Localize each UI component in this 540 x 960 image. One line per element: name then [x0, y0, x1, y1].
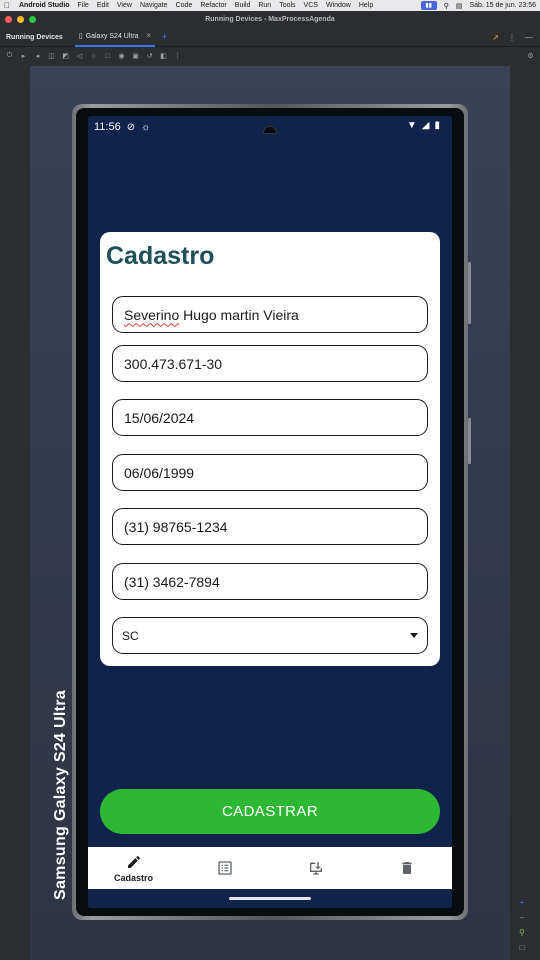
zoom-in-icon[interactable]: +: [520, 898, 525, 907]
mobile-phone-value: (31) 98765-1234: [124, 518, 228, 535]
date-field[interactable]: 15/06/2024: [112, 399, 428, 436]
zoom-actual-size-icon[interactable]: ⚲: [519, 928, 525, 937]
app-notification-icon: ☼: [141, 121, 151, 133]
close-window-button[interactable]: [5, 16, 12, 23]
tab-galaxy-s24-ultra[interactable]: ▯ Galaxy S24 Ultra ✕: [74, 28, 156, 47]
menu-run[interactable]: Run: [258, 2, 271, 9]
apple-icon[interactable]: : [4, 1, 10, 10]
overview-icon[interactable]: □: [104, 53, 111, 60]
back-icon[interactable]: ◁: [76, 53, 83, 60]
phone-screen[interactable]: 11:56 ⊘ ☼ ▼ ◢ ▮ Cadastro Severino Hugo m…: [88, 116, 452, 908]
menu-help[interactable]: Help: [359, 2, 373, 9]
device-toolbar: ⏻ ▸ ◂ ◫ ◩ ◁ ○ □ ◉ ▣ ↺ ◧ ⋮ ⚙: [0, 48, 540, 64]
zoom-window-button[interactable]: [29, 16, 36, 23]
volume-down-icon[interactable]: ◂: [34, 53, 41, 60]
minimize-panel-icon[interactable]: —: [525, 33, 533, 42]
pin-icon[interactable]: ↗: [492, 33, 499, 42]
screen-record-icon[interactable]: ▣: [132, 53, 139, 60]
screen-share-icon[interactable]: ▮▮: [420, 1, 437, 10]
register-form-card: Cadastro Severino Hugo martin Vieira 300…: [100, 232, 440, 666]
name-field[interactable]: Severino Hugo martin Vieira: [112, 296, 428, 333]
name-first-text: Severino: [124, 306, 180, 323]
phone-icon: ▯: [78, 33, 83, 40]
cpf-field[interactable]: 300.473.671-30: [112, 345, 428, 382]
landline-phone-field[interactable]: (31) 3462-7894: [112, 563, 428, 600]
pencil-icon: [127, 855, 140, 868]
zoom-out-icon[interactable]: –: [520, 913, 524, 922]
close-tab-icon[interactable]: ✕: [146, 32, 152, 40]
birthdate-field[interactable]: 06/06/1999: [112, 454, 428, 491]
list-icon: [217, 861, 232, 875]
front-camera: [263, 126, 277, 134]
trash-icon: [401, 862, 412, 874]
date-value: 15/06/2024: [124, 409, 195, 426]
zoom-fit-icon[interactable]: □: [520, 943, 525, 952]
rotate-left-icon[interactable]: ◫: [48, 53, 55, 60]
menu-view[interactable]: View: [117, 2, 132, 9]
window-controls: [5, 16, 36, 23]
page-title: Cadastro: [106, 242, 215, 270]
download-icon: [309, 862, 322, 875]
menu-file[interactable]: File: [78, 2, 89, 9]
menu-build[interactable]: Build: [235, 2, 251, 9]
minimize-window-button[interactable]: [17, 16, 24, 23]
macos-menubar:  Android Studio File Edit View Navigate…: [0, 0, 540, 11]
cpf-value: 300.473.671-30: [124, 355, 223, 372]
spotlight-search-icon[interactable]: ⚲: [444, 2, 449, 10]
nav-item-list[interactable]: [179, 847, 270, 889]
control-center-icon[interactable]: ▤: [456, 2, 463, 10]
nav-label-cadastro: Cadastro: [113, 872, 153, 883]
state-select[interactable]: SC: [112, 617, 428, 654]
mirror-icon[interactable]: ◧: [160, 53, 167, 60]
battery-icon: ▮: [434, 120, 440, 131]
menu-edit[interactable]: Edit: [97, 2, 109, 9]
phone-volume-button[interactable]: [468, 262, 471, 324]
mobile-phone-field[interactable]: (31) 98765-1234: [112, 508, 428, 545]
nav-item-delete[interactable]: [361, 847, 452, 889]
device-tab-label: Galaxy S24 Ultra: [85, 32, 139, 40]
zoom-controls: + – ⚲ □: [519, 898, 525, 952]
left-gutter: [0, 66, 30, 960]
name-rest-text: Hugo martin Vieira: [179, 306, 299, 323]
do-not-disturb-icon: ⊘: [126, 121, 136, 133]
tool-window-header: Running Devices ▯ Galaxy S24 Ultra ✕ + ↗…: [0, 28, 540, 47]
menubar-clock[interactable]: Sáb. 15 de jun. 23:56: [469, 2, 536, 9]
home-icon[interactable]: ○: [90, 53, 97, 60]
volume-up-icon[interactable]: ▸: [20, 53, 27, 60]
add-device-tab-button[interactable]: +: [161, 32, 167, 43]
phone-power-button[interactable]: [468, 418, 471, 464]
more-options-icon[interactable]: ⋮: [508, 33, 516, 42]
window-titlebar: Running Devices - MaxProcessAgenda: [0, 11, 540, 28]
nav-item-cadastro[interactable]: Cadastro: [88, 847, 179, 889]
landline-phone-value: (31) 3462-7894: [124, 573, 220, 590]
menu-tools[interactable]: Tools: [279, 2, 295, 9]
rotate-right-icon[interactable]: ◩: [62, 53, 69, 60]
window-title: Running Devices - MaxProcessAgenda: [205, 16, 335, 23]
menu-vcs[interactable]: VCS: [304, 2, 318, 9]
right-gutter: [510, 66, 540, 960]
signal-icon: ◢: [421, 120, 430, 131]
menu-code[interactable]: Code: [176, 2, 193, 9]
wifi-icon: ▼: [406, 120, 417, 131]
menu-app-name[interactable]: Android Studio: [19, 2, 70, 9]
reset-icon[interactable]: ↺: [146, 53, 153, 60]
power-icon[interactable]: ⏻: [6, 52, 13, 60]
nav-item-import[interactable]: [270, 847, 361, 889]
screenshot-icon[interactable]: ◉: [118, 53, 125, 60]
status-time: 11:56: [94, 121, 121, 133]
gesture-home-bar[interactable]: [229, 897, 311, 900]
menu-window[interactable]: Window: [326, 2, 351, 9]
device-settings-icon[interactable]: ⚙: [527, 53, 534, 60]
state-value: SC: [122, 628, 139, 643]
dropdown-arrow-icon: [410, 633, 418, 638]
tool-window-title: Running Devices: [6, 33, 63, 41]
more-icon[interactable]: ⋮: [174, 53, 181, 60]
register-button[interactable]: CADASTRAR: [100, 789, 440, 834]
bottom-navigation: Cadastro: [88, 847, 452, 889]
birthdate-value: 06/06/1999: [124, 464, 195, 481]
menu-navigate[interactable]: Navigate: [140, 2, 168, 9]
device-name-label: Samsung Galaxy S24 Ultra: [52, 690, 69, 900]
menu-refactor[interactable]: Refactor: [200, 2, 226, 9]
